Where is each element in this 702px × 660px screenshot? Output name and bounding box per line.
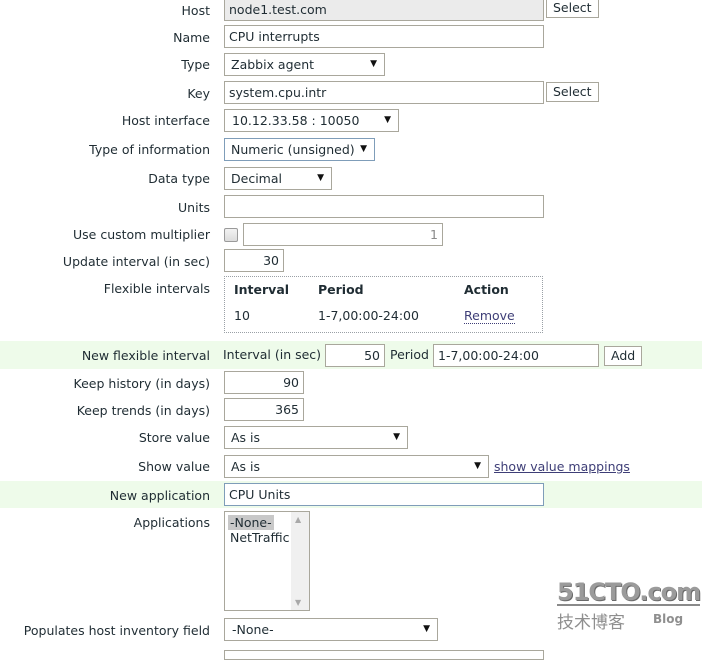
row-host: Host node1.test.com Select [0,0,702,22]
row-store-value: Store value As is ▼ [0,426,702,450]
type-select-value: Zabbix agent [231,57,315,72]
watermark-logo: 51CTO.com [557,578,701,606]
next-field-input[interactable] [224,650,544,660]
host-interface-select[interactable]: 10.12.33.58 : 10050 ▼ [224,109,399,132]
data-type-select[interactable]: Decimal ▼ [224,167,332,190]
row-show-value: Show value As is ▼ show value mappings [0,455,702,479]
applications-label: Applications [133,515,210,530]
host-select-button[interactable]: Select [546,0,599,18]
scroll-down-icon[interactable]: ▼ [295,598,301,607]
host-label: Host [181,3,210,18]
row-units: Units [0,195,702,219]
add-flexible-interval-button[interactable]: Add [604,346,643,366]
keep-trends-input[interactable]: 365 [224,398,304,421]
row-custom-multiplier: Use custom multiplier 1 [0,222,702,246]
host-input[interactable]: node1.test.com [224,0,544,21]
chevron-down-icon: ▼ [474,461,481,471]
units-input[interactable] [224,195,544,218]
row-type: Type Zabbix agent ▼ [0,53,702,77]
host-interface-label: Host interface [121,113,210,128]
custom-multiplier-input[interactable]: 1 [243,223,443,246]
row-update-interval: Update interval (in sec) 30 [0,249,702,273]
row-host-interface: Host interface 10.12.33.58 : 10050 ▼ [0,109,702,133]
units-label: Units [178,200,210,215]
name-label: Name [173,30,210,45]
new-application-input[interactable]: CPU Units [224,483,544,506]
store-value-value: As is [231,430,261,445]
show-value-value: As is [231,459,261,474]
watermark: 51CTO.com 技术博客 Blog [557,578,701,633]
show-value-label: Show value [138,459,210,474]
row-keep-trends: Keep trends (in days) 365 [0,398,702,422]
data-type-label: Data type [148,171,210,186]
chevron-down-icon: ▼ [370,59,377,69]
update-interval-label: Update interval (in sec) [62,254,210,269]
inventory-field-value: -None- [232,622,274,637]
scroll-up-icon[interactable]: ▲ [295,515,301,524]
type-label: Type [181,57,210,72]
new-application-label: New application [109,488,210,503]
flex-header-action: Action [464,282,509,297]
inventory-field-select[interactable]: -None- ▼ [224,618,438,641]
chevron-down-icon: ▼ [317,173,324,183]
type-of-information-value: Numeric (unsigned) [231,142,355,157]
name-input[interactable]: CPU interrupts [224,25,544,48]
row-key: Key system.cpu.intr Select [0,81,702,105]
data-type-value: Decimal [231,171,282,186]
key-select-button[interactable]: Select [546,82,599,102]
chevron-down-icon: ▼ [360,144,367,154]
inventory-field-label: Populates host inventory field [23,623,210,638]
show-value-mappings-link[interactable]: show value mappings [494,459,630,474]
key-input[interactable]: system.cpu.intr [224,81,544,104]
chevron-down-icon: ▼ [393,432,400,442]
row-new-flexible-interval: New flexible interval Interval (in sec) … [0,341,702,369]
keep-history-label: Keep history (in days) [73,376,210,391]
new-flex-interval-caption: Interval (in sec) [223,347,322,362]
list-item[interactable]: NetTraffic [228,530,292,545]
show-value-select[interactable]: As is ▼ [224,455,489,478]
applications-scrollbar[interactable]: ▲ ▼ [291,512,309,610]
chevron-down-icon: ▼ [423,624,430,634]
watermark-blog: Blog [653,612,684,626]
flex-remove-link[interactable]: Remove [464,308,515,324]
flexible-intervals-table: Interval Period Action 10 1-7,00:00-24:0… [224,276,543,333]
update-interval-input[interactable]: 30 [224,249,284,272]
flex-cell-period: 1-7,00:00-24:00 [318,308,419,323]
type-select[interactable]: Zabbix agent ▼ [224,53,385,76]
keep-trends-label: Keep trends (in days) [76,403,210,418]
new-flexible-interval-label: New flexible interval [81,348,210,363]
custom-multiplier-label: Use custom multiplier [73,227,210,242]
store-value-select[interactable]: As is ▼ [224,426,408,449]
applications-listbox[interactable]: -None- NetTraffic ▲ ▼ [224,511,310,611]
new-flex-period-caption: Period [390,347,429,362]
row-data-type: Data type Decimal ▼ [0,167,702,191]
row-new-application: New application CPU Units [0,481,702,508]
row-type-of-information: Type of information Numeric (unsigned) ▼ [0,138,702,162]
new-flex-period-input[interactable]: 1-7,00:00-24:00 [433,344,599,367]
row-name: Name CPU interrupts [0,25,702,49]
type-of-information-select[interactable]: Numeric (unsigned) ▼ [224,138,375,161]
keep-history-input[interactable]: 90 [224,371,304,394]
list-item[interactable]: -None- [228,515,274,530]
chevron-down-icon: ▼ [384,115,391,125]
flex-header-period: Period [318,282,364,297]
flex-cell-interval: 10 [234,308,250,323]
custom-multiplier-checkbox[interactable] [224,228,238,242]
row-keep-history: Keep history (in days) 90 [0,371,702,395]
store-value-label: Store value [138,430,210,445]
host-interface-value: 10.12.33.58 : 10050 [232,113,360,128]
flex-header-interval: Interval [234,282,290,297]
new-flex-interval-input[interactable]: 50 [325,344,385,367]
flexible-intervals-label: Flexible intervals [103,281,210,296]
type-of-information-label: Type of information [89,142,210,157]
key-label: Key [187,86,210,101]
